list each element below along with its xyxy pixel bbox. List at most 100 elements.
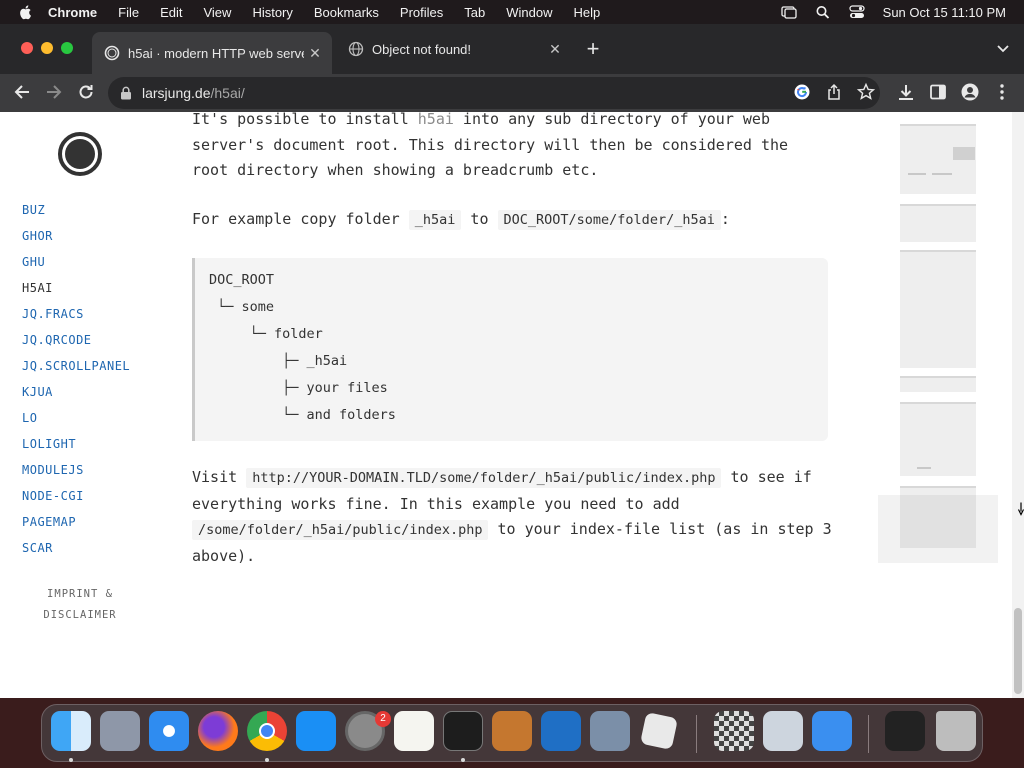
- window-zoom-button[interactable]: [61, 42, 73, 54]
- browser-tab-strip: h5ai · modern HTTP web serve ✕ Object no…: [0, 24, 1024, 74]
- textedit-icon[interactable]: [394, 711, 434, 751]
- chrome-icon[interactable]: [247, 711, 287, 751]
- page-scrollbar[interactable]: [1012, 112, 1024, 698]
- menu-app-name[interactable]: Chrome: [48, 5, 97, 20]
- sidebar-item-ghor[interactable]: GHOR: [22, 226, 130, 252]
- apple-icon[interactable]: [18, 4, 34, 20]
- running-indicator: [461, 758, 465, 762]
- screen-mirroring-icon[interactable]: [781, 5, 797, 19]
- dock-separator: [868, 715, 869, 753]
- sidebar-item-pagemap[interactable]: PAGEMAP: [22, 512, 130, 538]
- sidebar-item-scar[interactable]: SCAR: [22, 538, 130, 564]
- menu-file[interactable]: File: [118, 5, 139, 20]
- launchpad-icon[interactable]: [100, 711, 140, 751]
- chess-icon[interactable]: [714, 711, 754, 751]
- url-host: larsjung.de: [142, 85, 211, 101]
- more-menu-icon[interactable]: [992, 82, 1012, 102]
- vscode-icon[interactable]: [541, 711, 581, 751]
- download-icon[interactable]: [896, 82, 916, 102]
- finder-icon[interactable]: [51, 711, 91, 751]
- sidebar-item-ghu[interactable]: GHU: [22, 252, 130, 278]
- chevron-down-icon[interactable]: [996, 42, 1010, 56]
- menu-edit[interactable]: Edit: [160, 5, 182, 20]
- directory-tree-code-block: DOC_ROOT └─ some └─ folder ├─ _h5ai ├─ y…: [192, 258, 828, 441]
- tab-close-icon[interactable]: ✕: [544, 41, 566, 58]
- menu-profiles[interactable]: Profiles: [400, 5, 443, 20]
- mouse-cursor-icon: [1017, 502, 1024, 516]
- site-logo[interactable]: [58, 132, 102, 176]
- minimap-block: [900, 250, 976, 368]
- menu-view[interactable]: View: [203, 5, 231, 20]
- tab-title: Object not found!: [372, 41, 472, 57]
- back-arrow-icon[interactable]: [12, 82, 32, 102]
- control-center-icon[interactable]: [849, 5, 865, 19]
- sidebar-item-node-cgi[interactable]: NODE-CGI: [22, 486, 130, 512]
- inline-code-doc-root-path: DOC_ROOT/some/folder/_h5ai: [497, 210, 721, 230]
- sidebar-item-modulejs[interactable]: MODULEJS: [22, 460, 130, 486]
- menu-help[interactable]: Help: [574, 5, 601, 20]
- terminal-icon[interactable]: [443, 711, 483, 751]
- minimap-block: [953, 147, 975, 160]
- sidebar-item-jq-scrollpanel[interactable]: JQ.SCROLLPANEL: [22, 356, 130, 382]
- tab-h5ai[interactable]: h5ai · modern HTTP web serve ✕: [92, 32, 332, 74]
- system-preferences-icon[interactable]: 2: [345, 711, 391, 751]
- dock-separator: [696, 715, 697, 753]
- sidebar-item-buz[interactable]: BUZ: [22, 200, 130, 226]
- safari-icon[interactable]: [149, 711, 189, 751]
- app-store-icon[interactable]: [296, 711, 336, 751]
- share-icon[interactable]: [824, 82, 844, 102]
- lock-icon[interactable]: [120, 86, 132, 100]
- spotlight-search-icon[interactable]: [815, 5, 831, 19]
- bookmark-star-icon[interactable]: [856, 82, 876, 102]
- mail-icon[interactable]: [812, 711, 852, 751]
- menu-window[interactable]: Window: [506, 5, 552, 20]
- window-minimize-button[interactable]: [41, 42, 53, 54]
- code-line: ├─ your files: [209, 380, 388, 396]
- menu-bookmarks[interactable]: Bookmarks: [314, 5, 379, 20]
- sidebar-item-jq-qrcode[interactable]: JQ.QRCODE: [22, 330, 130, 356]
- sidebar-item-lolight[interactable]: LOLIGHT: [22, 434, 130, 460]
- h5ai-highlight: h5ai: [417, 112, 454, 128]
- paragraph-example-copy: For example copy folder _h5ai to DOC_ROO…: [192, 207, 832, 234]
- window-close-button[interactable]: [21, 42, 33, 54]
- profile-avatar-icon[interactable]: [960, 82, 980, 102]
- text-segment: For example copy folder: [192, 210, 409, 228]
- sidebar-item-kjua[interactable]: KJUA: [22, 382, 130, 408]
- imprint-line: IMPRINT &: [47, 588, 113, 600]
- globe-icon: [348, 41, 364, 57]
- url-text[interactable]: larsjung.de/h5ai/: [142, 85, 245, 101]
- virtualbox-icon[interactable]: [590, 711, 630, 751]
- menu-history[interactable]: History: [252, 5, 292, 20]
- running-indicator: [69, 758, 73, 762]
- sidebar-item-jq-fracs[interactable]: JQ.FRACS: [22, 304, 130, 330]
- tab-object-not-found[interactable]: Object not found! ✕: [336, 32, 572, 66]
- trash-icon[interactable]: [936, 711, 976, 751]
- scrollbar-thumb[interactable]: [1014, 608, 1022, 694]
- sidebar-item-h5ai[interactable]: H5AI: [22, 278, 130, 304]
- roblox-icon[interactable]: [640, 712, 678, 750]
- sidebar-item-lo[interactable]: LO: [22, 408, 130, 434]
- minimap-viewport[interactable]: [878, 495, 998, 563]
- side-panel-icon[interactable]: [928, 82, 948, 102]
- new-tab-button[interactable]: +: [583, 38, 603, 60]
- minimap-block: [900, 402, 976, 476]
- address-bar[interactable]: larsjung.de/h5ai/: [108, 77, 880, 109]
- imprint-disclaimer-link[interactable]: IMPRINT & DISCLAIMER: [30, 584, 130, 626]
- google-lens-icon[interactable]: [792, 82, 812, 102]
- code-line: └─ some: [209, 299, 275, 315]
- forward-arrow-icon[interactable]: [44, 82, 64, 102]
- garageband-icon[interactable]: [492, 711, 532, 751]
- window-preview-icon[interactable]: [885, 711, 925, 751]
- menu-tab[interactable]: Tab: [464, 5, 485, 20]
- utility-gear-icon[interactable]: [763, 711, 803, 751]
- web-page: BUZ GHOR GHU H5AI JQ.FRACS JQ.QRCODE JQ.…: [0, 112, 1012, 698]
- h5ai-favicon-icon: [104, 45, 120, 61]
- inline-code-h5ai: _h5ai: [408, 210, 462, 230]
- browser-toolbar: larsjung.de/h5ai/: [0, 74, 1024, 112]
- firefox-icon[interactable]: [198, 711, 238, 751]
- menubar-clock[interactable]: Sun Oct 15 11:10 PM: [883, 5, 1006, 20]
- tab-title: h5ai · modern HTTP web serve: [128, 45, 304, 61]
- reload-icon[interactable]: [76, 82, 96, 102]
- paragraph-subdirectory: It's possible to install h5ai into any s…: [192, 112, 832, 184]
- tab-close-icon[interactable]: ✕: [304, 45, 326, 62]
